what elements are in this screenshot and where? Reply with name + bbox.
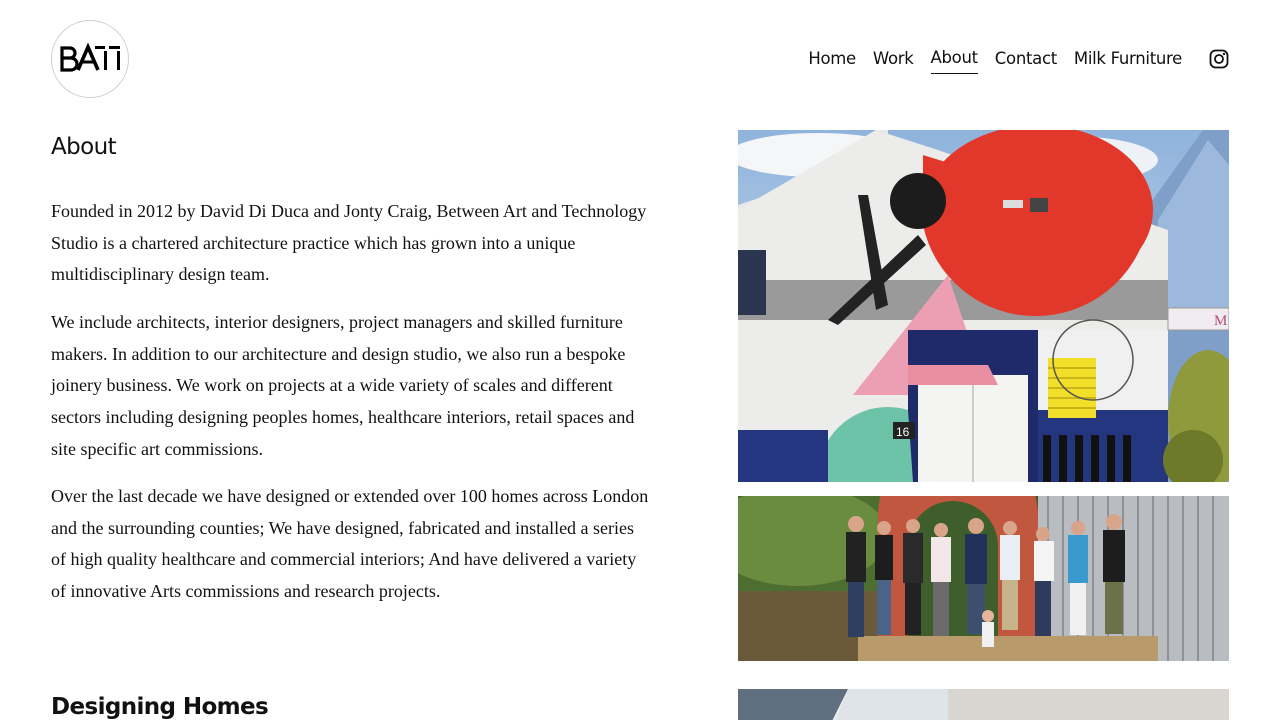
mural-building-image[interactable]: M 16 <box>738 130 1229 482</box>
bat-logo-icon <box>60 42 120 72</box>
nav-milk-furniture[interactable]: Milk Furniture <box>1074 48 1182 74</box>
main-nav: Home Work About Contact Milk Furniture <box>808 47 1182 74</box>
about-content: About Founded in 2012 by David Di Duca a… <box>51 130 651 601</box>
about-paragraph-3: Over the last decade we have designed or… <box>51 486 649 602</box>
logo-link[interactable] <box>51 20 129 98</box>
interior-image[interactable] <box>738 689 1229 720</box>
nav-home[interactable]: Home <box>808 48 856 74</box>
section-title-designing-homes: Designing Homes <box>51 694 269 720</box>
team-photo-image[interactable] <box>738 496 1229 661</box>
shop-sign-text: M <box>1214 313 1227 329</box>
site-header: Home Work About Contact Milk Furniture <box>0 0 1280 118</box>
nav-work[interactable]: Work <box>873 48 914 74</box>
page-title: About <box>51 134 117 160</box>
about-paragraph-1: Founded in 2012 by David Di Duca and Jon… <box>51 201 647 285</box>
instagram-icon[interactable] <box>1209 49 1229 69</box>
about-paragraph-2: We include architects, interior designer… <box>51 312 635 459</box>
nav-about[interactable]: About <box>930 47 978 74</box>
door-number: 16 <box>896 425 910 439</box>
nav-contact[interactable]: Contact <box>995 48 1057 74</box>
